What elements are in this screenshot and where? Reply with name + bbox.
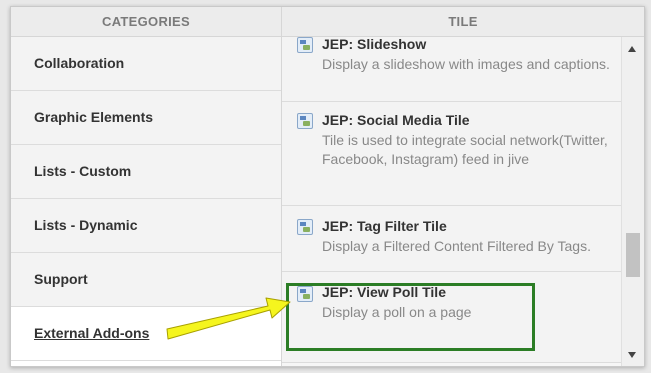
category-lists-custom[interactable]: Lists - Custom xyxy=(11,145,281,199)
tiles-header: TILE xyxy=(282,7,644,37)
category-external-add-ons[interactable]: External Add-ons xyxy=(11,307,281,361)
scroll-up-arrow-icon[interactable] xyxy=(628,46,636,52)
category-collaboration[interactable]: Collaboration xyxy=(11,37,281,91)
tile-plugin-icon xyxy=(297,113,313,129)
tile-description: Display a Filtered Content Filtered By T… xyxy=(322,238,591,254)
categories-header: CATEGORIES xyxy=(11,7,281,37)
tile-plugin-icon xyxy=(297,286,313,302)
tile-item-tag-filter[interactable]: JEP: Tag Filter Tile Display a Filtered … xyxy=(282,206,622,272)
tile-item-social-media[interactable]: JEP: Social Media Tile Tile is used to i… xyxy=(282,102,622,206)
tile-item-slideshow[interactable]: JEP: Slideshow Display a slideshow with … xyxy=(282,37,622,102)
tile-list: JEP: Slideshow Display a slideshow with … xyxy=(282,37,622,366)
category-lists-dynamic[interactable]: Lists - Dynamic xyxy=(11,199,281,253)
tile-title: JEP: View Poll Tile xyxy=(322,284,446,300)
tile-description: Display a poll on a page xyxy=(322,304,472,320)
tile-description: Display a slideshow with images and capt… xyxy=(322,56,610,72)
tile-title: JEP: Slideshow xyxy=(322,37,427,52)
category-support[interactable]: Support xyxy=(11,253,281,307)
categories-column: CATEGORIES Collaboration Graphic Element… xyxy=(11,7,282,366)
tile-plugin-icon xyxy=(297,219,313,235)
tile-scrollbar[interactable] xyxy=(621,37,644,366)
tiles-column: TILE JEP: Slideshow Display a slideshow … xyxy=(282,7,644,366)
tile-description: Tile is used to integrate social network… xyxy=(322,132,608,167)
tile-title: JEP: Tag Filter Tile xyxy=(322,218,447,234)
tile-picker-popup: CATEGORIES Collaboration Graphic Element… xyxy=(10,6,645,367)
scroll-down-arrow-icon[interactable] xyxy=(628,352,636,358)
scrollbar-thumb[interactable] xyxy=(626,233,640,277)
tile-plugin-icon xyxy=(297,37,313,53)
category-graphic-elements[interactable]: Graphic Elements xyxy=(11,91,281,145)
tile-item-view-poll[interactable]: JEP: View Poll Tile Display a poll on a … xyxy=(282,272,622,363)
tile-title: JEP: Social Media Tile xyxy=(322,112,470,128)
